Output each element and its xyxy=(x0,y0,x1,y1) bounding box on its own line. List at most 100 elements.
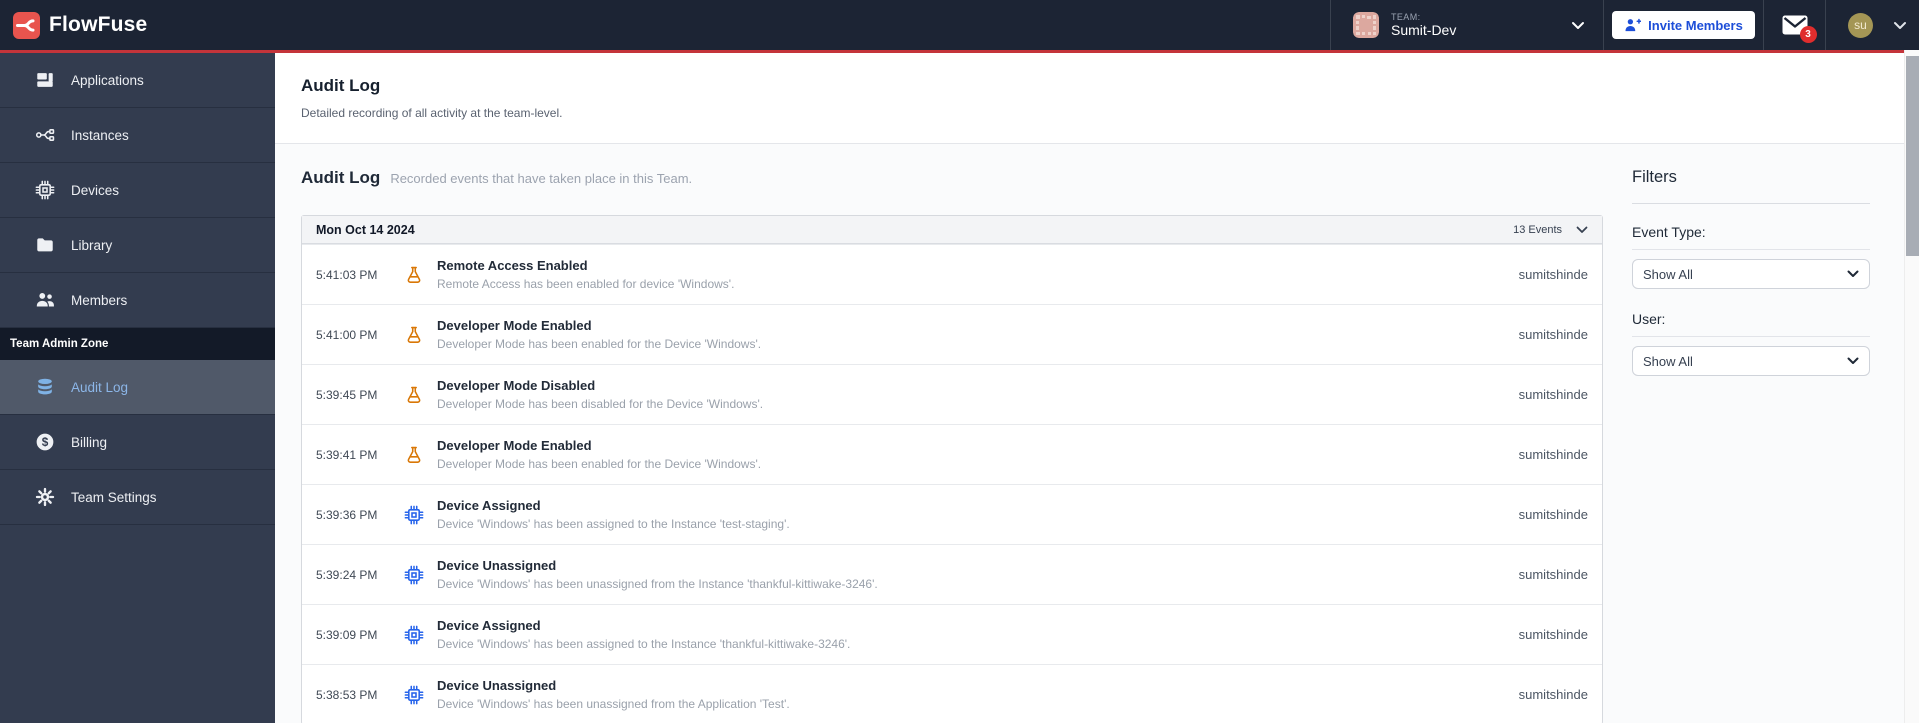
event-title: Developer Mode Enabled xyxy=(437,318,592,333)
user-plus-icon xyxy=(1624,17,1642,33)
sidebar-item-devices[interactable]: Devices xyxy=(0,163,275,218)
event-time: 5:39:45 PM xyxy=(316,387,378,402)
event-user: sumitshinde xyxy=(1518,567,1588,582)
event-title: Device Assigned xyxy=(437,498,541,513)
vertical-scrollbar[interactable] xyxy=(1904,44,1919,723)
chevron-down-icon[interactable] xyxy=(1571,21,1585,30)
team-admin-zone-header: Team Admin Zone xyxy=(0,328,275,360)
team-avatar xyxy=(1353,12,1379,38)
divider xyxy=(1632,203,1870,204)
svg-text:$: $ xyxy=(42,435,49,449)
beaker-icon xyxy=(404,325,424,345)
event-type-select[interactable]: Show All xyxy=(1632,259,1870,289)
event-type-value: Show All xyxy=(1643,266,1693,282)
page-title: Audit Log xyxy=(301,76,381,95)
event-description: Device 'Windows' has been assigned to th… xyxy=(437,517,790,531)
event-user: sumitshinde xyxy=(1518,267,1588,282)
event-description: Device 'Windows' has been unassigned fro… xyxy=(437,697,790,711)
sidebar-item-billing[interactable]: $ Billing xyxy=(0,415,275,470)
event-time: 5:41:00 PM xyxy=(316,327,378,342)
event-time: 5:39:09 PM xyxy=(316,627,378,642)
instances-icon xyxy=(35,125,55,145)
chevron-down-icon xyxy=(1847,357,1859,365)
sidebar-item-team-settings[interactable]: Team Settings xyxy=(0,470,275,525)
event-description: Developer Mode has been enabled for the … xyxy=(437,337,762,351)
notifications-button[interactable]: 3 xyxy=(1763,0,1825,50)
event-description: Developer Mode has been disabled for the… xyxy=(437,397,764,411)
scrollbar-thumb[interactable] xyxy=(1906,56,1919,256)
members-icon xyxy=(35,290,55,310)
beaker-icon xyxy=(404,385,424,405)
event-time: 5:39:41 PM xyxy=(316,447,378,462)
event-description: Device 'Windows' has been unassigned fro… xyxy=(437,577,878,591)
chip-icon xyxy=(404,625,424,645)
event-title: Remote Access Enabled xyxy=(437,258,588,273)
sidebar-item-members[interactable]: Members xyxy=(0,273,275,328)
sidebar-item-applications[interactable]: Applications xyxy=(0,53,275,108)
sidebar-item-audit-log[interactable]: Audit Log xyxy=(0,360,275,415)
event-user: sumitshinde xyxy=(1518,507,1588,522)
top-navbar: FlowFuse TEAM: Sumit-Dev Invite Members … xyxy=(0,0,1919,50)
event-user: sumitshinde xyxy=(1518,627,1588,642)
invite-members-button[interactable]: Invite Members xyxy=(1612,11,1755,39)
invite-members-label: Invite Members xyxy=(1648,17,1743,33)
event-user: sumitshinde xyxy=(1518,327,1588,342)
table-row: 5:39:09 PM Device Assigned Device 'Windo… xyxy=(302,604,1602,664)
user-filter-value: Show All xyxy=(1643,353,1693,369)
event-title: Device Assigned xyxy=(437,618,541,633)
chevron-down-icon[interactable] xyxy=(1893,21,1907,30)
audit-log-table: Mon Oct 14 2024 13 Events 5:41:03 PM Rem… xyxy=(301,215,1603,723)
flowfuse-app: FlowFuse TEAM: Sumit-Dev Invite Members … xyxy=(0,0,1919,723)
events-count: 13 Events xyxy=(1513,223,1562,236)
table-row: 5:41:00 PM Developer Mode Enabled Develo… xyxy=(302,304,1602,364)
table-row: 5:39:45 PM Developer Mode Disabled Devel… xyxy=(302,364,1602,424)
event-time: 5:41:03 PM xyxy=(316,267,378,282)
accent-divider xyxy=(0,50,1904,53)
event-user: sumitshinde xyxy=(1518,687,1588,702)
flowfuse-logo-icon xyxy=(13,11,40,39)
table-row: 5:39:41 PM Developer Mode Enabled Develo… xyxy=(302,424,1602,484)
chevron-down-icon[interactable] xyxy=(1576,226,1588,234)
brand[interactable]: FlowFuse xyxy=(0,11,147,39)
database-icon xyxy=(35,377,55,397)
date-label: Mon Oct 14 2024 xyxy=(316,222,415,237)
devices-icon xyxy=(35,180,55,200)
event-time: 5:39:36 PM xyxy=(316,507,378,522)
team-label: TEAM: xyxy=(1391,11,1421,22)
event-time: 5:38:53 PM xyxy=(316,687,378,702)
table-row: 5:41:03 PM Remote Access Enabled Remote … xyxy=(302,244,1602,304)
section-description: Recorded events that have taken place in… xyxy=(390,171,693,186)
section-header: Audit Log Recorded events that have take… xyxy=(301,168,1603,188)
table-row: 5:39:36 PM Device Assigned Device 'Windo… xyxy=(302,484,1602,544)
applications-icon xyxy=(35,70,55,90)
dollar-icon: $ xyxy=(35,432,55,452)
filters-panel: Filters Event Type: Show All User: Show … xyxy=(1632,168,1870,398)
event-title: Developer Mode Disabled xyxy=(437,378,596,393)
chip-icon xyxy=(404,505,424,525)
date-group-header[interactable]: Mon Oct 14 2024 13 Events xyxy=(302,216,1602,244)
team-selector[interactable]: TEAM: Sumit-Dev xyxy=(1330,0,1603,50)
chip-icon xyxy=(404,685,424,705)
event-type-label: Event Type: xyxy=(1632,224,1870,250)
gear-icon xyxy=(35,487,55,507)
section-title: Audit Log xyxy=(301,168,381,187)
page-header: Audit Log Detailed recording of all acti… xyxy=(275,53,1904,144)
event-description: Developer Mode has been enabled for the … xyxy=(437,457,762,471)
chip-icon xyxy=(404,565,424,585)
sidebar-item-instances[interactable]: Instances xyxy=(0,108,275,163)
table-row: 5:38:53 PM Device Unassigned Device 'Win… xyxy=(302,664,1602,723)
beaker-icon xyxy=(404,265,424,285)
library-icon xyxy=(35,235,55,255)
event-description: Remote Access has been enabled for devic… xyxy=(437,277,735,291)
main-content: Audit Log Detailed recording of all acti… xyxy=(275,53,1904,723)
sidebar-item-library[interactable]: Library xyxy=(0,218,275,273)
event-user: sumitshinde xyxy=(1518,447,1588,462)
user-filter-select[interactable]: Show All xyxy=(1632,346,1870,376)
user-menu[interactable]: su xyxy=(1825,0,1919,50)
notification-badge: 3 xyxy=(1799,26,1817,43)
beaker-icon xyxy=(404,445,424,465)
event-title: Device Unassigned xyxy=(437,558,557,573)
event-description: Device 'Windows' has been assigned to th… xyxy=(437,637,851,651)
event-user: sumitshinde xyxy=(1518,387,1588,402)
team-name: Sumit-Dev xyxy=(1391,22,1457,39)
